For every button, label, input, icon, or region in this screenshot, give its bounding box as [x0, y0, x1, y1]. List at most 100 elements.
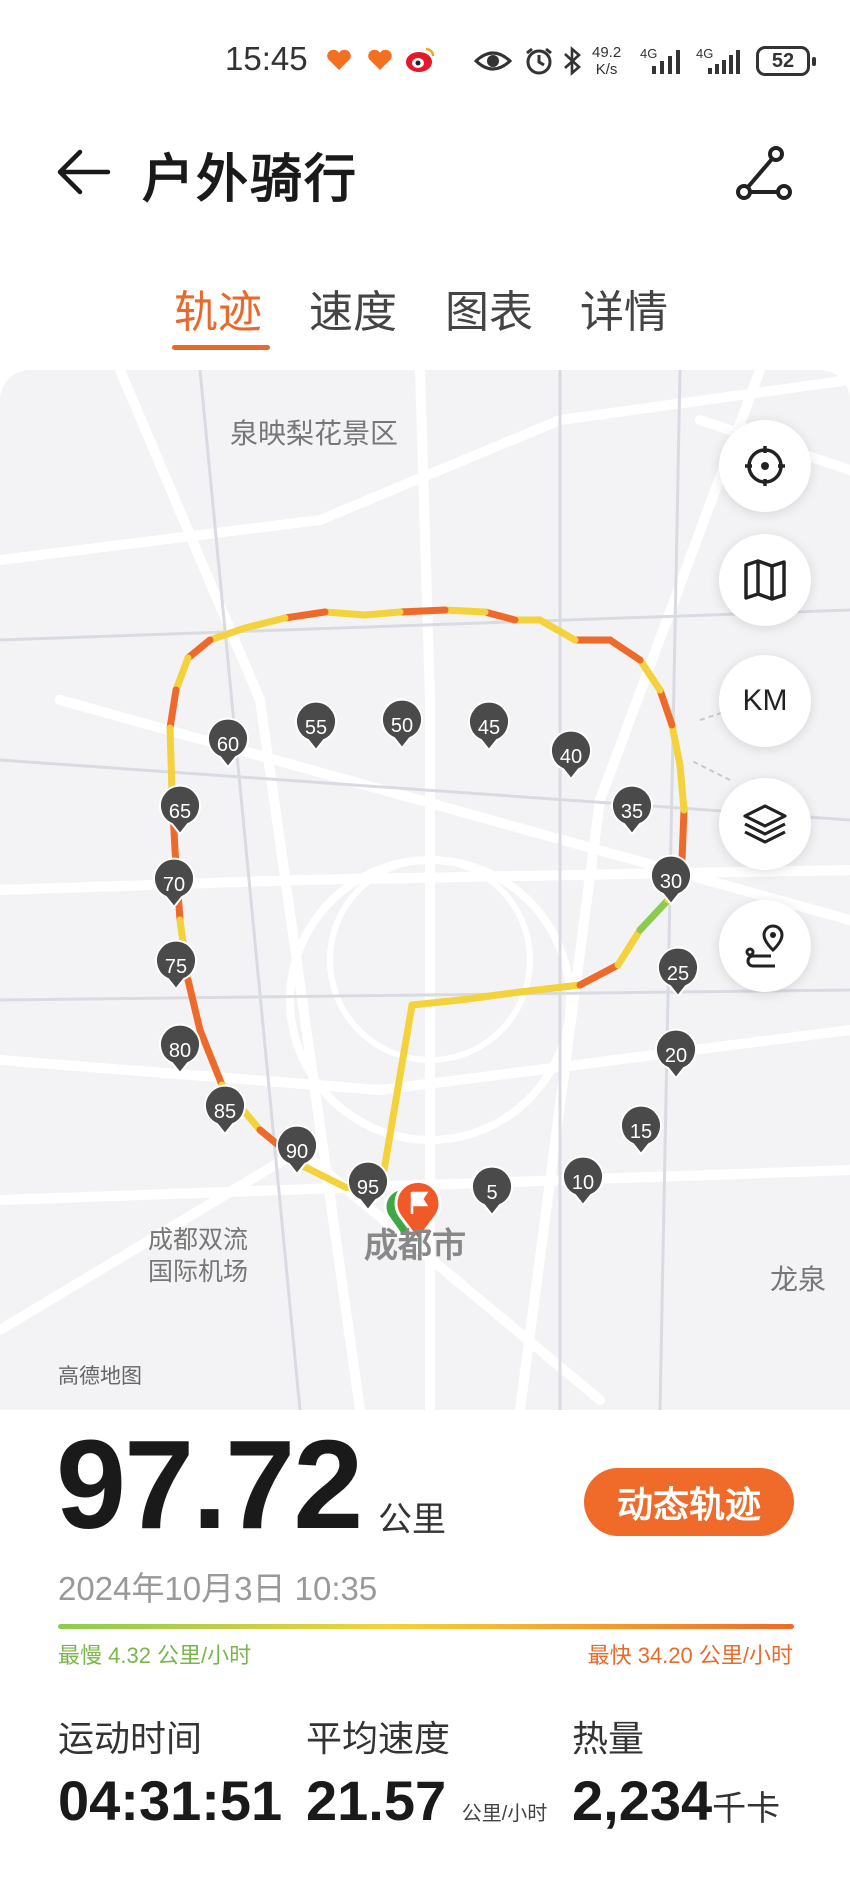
km-marker-55: 55	[295, 700, 337, 752]
km-marker-25: 25	[657, 946, 699, 998]
km-marker-label: 10	[572, 1172, 594, 1194]
route-segment	[408, 996, 464, 1009]
km-marker-95: 95	[347, 1160, 389, 1212]
km-marker-65: 65	[159, 784, 201, 836]
map-icon	[744, 559, 786, 601]
km-toggle-label: KM	[742, 684, 788, 717]
layers-button[interactable]	[719, 778, 811, 870]
signal-icon	[652, 50, 680, 74]
km-marker-label: 60	[217, 734, 239, 756]
workout-date: 2024年10月3日 10:35	[58, 1570, 378, 1607]
tab-track[interactable]: 轨迹	[174, 276, 262, 340]
map-label-city: 成都市	[364, 1226, 466, 1266]
route-segment	[321, 608, 369, 619]
route-segment	[668, 721, 684, 769]
km-marker-label: 70	[163, 874, 185, 896]
share-route-icon[interactable]	[730, 142, 796, 208]
status-time: 15:45	[225, 40, 308, 77]
track-map[interactable]: 5 10 15 20 25 30 35 40 45 50 55 60 65 70 75 80 85 90 95 泉映…	[0, 370, 850, 1410]
layers-icon	[743, 804, 787, 844]
stat-value-calories: 2,234千卡	[572, 1769, 781, 1832]
map-label-airport-1: 成都双流	[148, 1225, 249, 1254]
stat-label-avg-speed: 平均速度	[306, 1719, 451, 1760]
route-segment	[184, 976, 204, 1034]
page-title: 户外骑行	[142, 150, 359, 210]
stat-label-duration: 运动时间	[58, 1719, 203, 1760]
map-label-airport-2: 国际机场	[148, 1257, 249, 1286]
km-marker-45: 45	[468, 700, 510, 752]
km-marker-label: 85	[214, 1101, 236, 1123]
route-segment	[206, 624, 249, 644]
km-marker-label: 35	[621, 801, 643, 823]
km-marker-85: 85	[204, 1084, 246, 1136]
net-speed: 49.2 K/s	[592, 44, 622, 78]
route-segment	[636, 896, 672, 934]
heart-notification-icon	[327, 49, 351, 70]
heart-notification-icon	[368, 49, 392, 70]
map-label-east: 龙泉	[770, 1263, 827, 1296]
route-segment	[301, 1163, 349, 1191]
km-marker-label: 65	[169, 801, 191, 823]
route-segment	[656, 686, 676, 729]
km-marker-label: 25	[667, 963, 689, 985]
route-segment	[441, 606, 489, 616]
km-marker-label: 90	[286, 1141, 308, 1163]
km-marker-label: 45	[478, 717, 500, 739]
route-segment	[396, 606, 449, 616]
alarm-icon	[526, 47, 552, 75]
speed-gradient-bar	[58, 1624, 794, 1629]
route-segment	[481, 608, 519, 624]
stat-unit-avg-speed: 公里/小时	[461, 1803, 548, 1825]
route-segment	[678, 806, 688, 864]
dynamic-track-button[interactable]: 动态轨迹	[584, 1468, 794, 1536]
distance-value: 97.72	[56, 1414, 363, 1555]
km-marker-label: 15	[630, 1121, 652, 1143]
bluetooth-icon	[564, 46, 581, 76]
route-button[interactable]	[719, 900, 811, 992]
back-arrow-icon[interactable]	[52, 140, 116, 204]
stat-unit-calories: 千卡	[712, 1790, 781, 1828]
locate-icon	[745, 446, 785, 486]
km-marker-label: 50	[391, 715, 413, 737]
route-segment	[576, 961, 622, 989]
tab-chart[interactable]: 图表	[445, 276, 533, 340]
route-segment	[196, 1026, 226, 1089]
tab-speed[interactable]: 速度	[309, 276, 397, 340]
fastest-speed: 最快 34.20 公里/小时	[587, 1643, 793, 1668]
km-marker-40: 40	[550, 729, 592, 781]
status-bar: 15:45 49.2 K/s 4G 4G 52	[0, 0, 850, 120]
km-marker-label: 55	[305, 717, 327, 739]
km-marker-30: 30	[650, 854, 692, 906]
km-marker-label: 75	[165, 956, 187, 978]
weibo-notification-icon	[406, 47, 435, 72]
km-marker-50: 50	[381, 698, 423, 750]
km-marker-60: 60	[207, 717, 249, 769]
route-segment	[606, 636, 644, 664]
km-marker-20: 20	[655, 1028, 697, 1080]
stat-value-duration: 04:31:51	[58, 1769, 283, 1832]
km-marker-5: 5	[471, 1165, 513, 1217]
route-segment	[456, 988, 524, 1004]
route-segment	[166, 686, 180, 732]
route-segment	[614, 926, 644, 969]
locate-button[interactable]	[719, 420, 811, 512]
battery-indicator: 52	[756, 46, 816, 76]
distance-unit: 公里	[378, 1500, 446, 1540]
tab-underline	[172, 345, 270, 350]
route-segment	[636, 656, 664, 694]
km-marker-label: 95	[357, 1177, 379, 1199]
km-marker-15: 15	[620, 1104, 662, 1156]
route-segment	[536, 616, 579, 644]
route-segment	[516, 981, 584, 996]
km-marker-label: 80	[169, 1040, 191, 1062]
stat-value-avg-speed: 21.57 公里/小时	[306, 1769, 548, 1832]
km-toggle-button[interactable]: KM	[719, 655, 811, 747]
signal-icon	[708, 50, 740, 74]
route-segment	[184, 636, 214, 662]
km-marker-35: 35	[611, 784, 653, 836]
tab-details[interactable]: 详情	[580, 276, 668, 340]
route-segment	[172, 654, 192, 694]
km-marker-80: 80	[159, 1023, 201, 1075]
stat-label-calories: 热量	[572, 1719, 645, 1760]
map-style-button[interactable]	[719, 534, 811, 626]
